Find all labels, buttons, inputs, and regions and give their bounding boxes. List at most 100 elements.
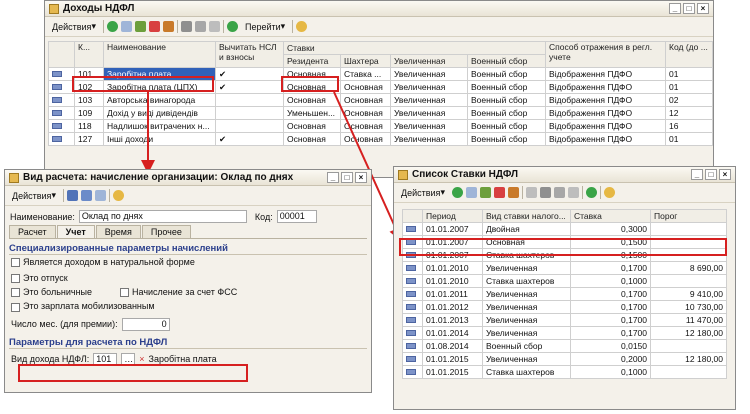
name-row: Наименование: Оклад по днях Код: 00001 [5,206,371,223]
mark-delete-icon[interactable] [507,187,519,198]
tab-calc[interactable]: Расчет [9,225,56,238]
cell-threshold [650,274,727,288]
checkbox-mobilized[interactable]: Это зарплата мобилизованным [11,301,365,312]
rates-window-title: Список Ставки НДФЛ [412,169,519,180]
checkbox-row: Это больничные Начисление за счет ФСС [11,287,365,298]
checkbox-natural[interactable]: Является доходом в натуральной форме [11,257,365,268]
calc-tabs: Расчет Учет Время Прочее [5,225,371,238]
col-period-header[interactable]: Период [422,209,483,223]
period-icon[interactable] [525,187,537,198]
cell-rate: 0,1000 [570,365,651,379]
filter-icon[interactable] [539,187,551,198]
income-type-name: Заробітна плата [148,354,217,364]
minimize-button[interactable]: _ [327,172,339,183]
actions-menu-button[interactable]: Действия ▾ [8,188,60,203]
close-button[interactable]: × [355,172,367,183]
table-row[interactable]: 01.01.2012 Увеличенная 0,1700 10 730,00 [402,300,727,314]
cell-period: 01.01.2013 [422,313,483,327]
edit-icon[interactable] [479,187,491,198]
checkbox-box[interactable] [11,274,20,284]
help-icon[interactable] [112,190,124,201]
checkbox-sick[interactable]: Это больничные [11,287,92,298]
cell-type: Увеличенная [482,326,571,340]
table-row[interactable]: 01.01.2014 Увеличенная 0,1700 12 180,00 [402,326,727,340]
cell-rate: 0,1700 [570,300,651,314]
cell-threshold: 8 690,00 [650,261,727,275]
highlight-income-type [18,364,248,382]
clear-icon[interactable]: × [139,354,144,364]
tab-time[interactable]: Время [95,225,141,238]
name-label: Наименование: [10,211,75,222]
save-icon[interactable] [66,190,78,201]
col-rate-header[interactable]: Ставка [570,209,651,223]
tab-other[interactable]: Прочее [141,225,191,238]
filter-dropdown-icon[interactable] [553,187,565,198]
tab-accounting[interactable]: Учет [56,225,95,238]
cell-threshold [650,339,727,353]
row-icon [406,291,416,297]
add-icon[interactable] [451,187,463,198]
table-row[interactable]: 01.01.2015 Увеличенная 0,2000 12 180,00 [402,352,727,366]
rates-window-titlebar[interactable]: Список Ставки НДФЛ _ □ × [394,167,735,183]
row-icon [406,278,416,284]
tab-content: Специализированные параметры начислений … [9,238,367,380]
cell-type: Ставка шахтеров [482,365,571,379]
row-icon [406,265,416,271]
close-button[interactable]: × [719,169,731,180]
cell-threshold: 11 470,00 [650,313,727,327]
checkbox-box[interactable] [11,288,20,298]
rates-table: Период Вид ставки налого... Ставка Порог… [402,209,727,379]
months-label: Число мес. (для премии): [11,319,118,329]
checkbox-box[interactable] [11,302,20,312]
calc-window-title: Вид расчета: начисление организации: Окл… [23,172,294,183]
table-row[interactable]: 01.01.2010 Увеличенная 0,1700 8 690,00 [402,261,727,275]
checkbox-box[interactable] [11,258,20,268]
row-icon [406,304,416,310]
checkbox-vacation-label: Это отпуск [23,273,68,284]
clear-filter-icon[interactable] [567,187,579,198]
maximize-button[interactable]: □ [705,169,717,180]
name-field[interactable]: Оклад по днях [78,210,247,223]
checkbox-mobilized-label: Это зарплата мобилизованным [23,301,155,312]
reread-icon[interactable] [94,190,106,201]
section-ndfl-params: Параметры для расчета по НДФЛ [9,337,367,349]
cell-period: 01.01.2015 [422,365,483,379]
checkbox-fss[interactable]: Начисление за счет ФСС [120,287,237,298]
section-special-params: Специализированные параметры начислений [9,243,367,255]
row-icon [406,343,416,349]
cell-rate: 0,1700 [570,261,651,275]
copy-icon[interactable] [465,187,477,198]
delete-icon[interactable] [493,187,505,198]
calc-type-window: Вид расчета: начисление организации: Окл… [4,169,372,393]
minimize-button[interactable]: _ [691,169,703,180]
actions-menu-button[interactable]: Действия ▾ [397,185,449,200]
table-row[interactable]: 01.01.2015 Ставка шахтеров 0,1000 [402,365,727,379]
checkbox-box[interactable] [120,288,130,298]
cell-type: Увеличенная [482,352,571,366]
calc-window-titlebar[interactable]: Вид расчета: начисление организации: Окл… [5,170,371,186]
checkbox-vacation[interactable]: Это отпуск [11,273,365,284]
row-icon [406,317,416,323]
code-field[interactable]: 00001 [276,210,317,223]
cell-period: 01.01.2012 [422,300,483,314]
cell-type: Ставка шахтеров [482,274,571,288]
help-icon[interactable] [603,187,615,198]
months-field[interactable]: 0 [121,317,170,331]
row-icon [406,330,416,336]
save-close-icon[interactable] [80,190,92,201]
cell-period: 01.01.2011 [422,287,483,301]
table-row[interactable]: 01.01.2007 Двойная 0,3000 [402,222,727,236]
toolbar-separator [62,189,64,202]
rates-toolbar: Действия ▾ [394,183,735,203]
table-row[interactable]: 01.01.2011 Увеличенная 0,1700 9 410,00 [402,287,727,301]
code-label: Код: [254,211,273,222]
table-row[interactable]: 01.01.2013 Увеличенная 0,1700 11 470,00 [402,313,727,327]
maximize-button[interactable]: □ [341,172,353,183]
table-row[interactable]: 01.08.2014 Военный сбор 0,0150 [402,339,727,353]
cell-threshold: 10 730,00 [650,300,727,314]
col-threshold-header[interactable]: Порог [650,209,727,223]
table-row[interactable]: 01.01.2010 Ставка шахтеров 0,1000 [402,274,727,288]
col-type-header[interactable]: Вид ставки налого... [482,209,571,223]
refresh-icon[interactable] [585,187,597,198]
cell-type: Увеличенная [482,300,571,314]
